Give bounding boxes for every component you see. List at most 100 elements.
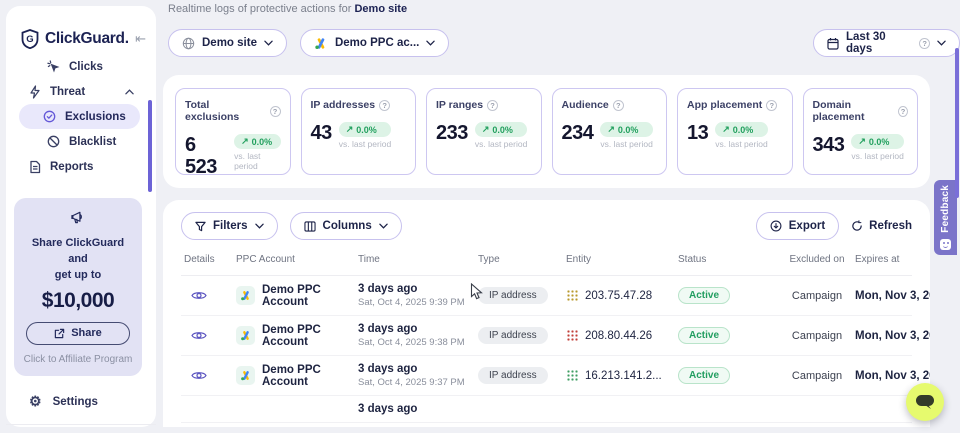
columns-dropdown[interactable]: Columns bbox=[290, 212, 402, 240]
stat-label: Total exclusions bbox=[185, 99, 266, 123]
affiliate-promo-card[interactable]: Share ClickGuard and get up to $10,000 S… bbox=[14, 198, 142, 376]
col-excluded-on[interactable]: Excluded on bbox=[782, 250, 852, 276]
sidebar-item-label: Exclusions bbox=[65, 111, 126, 123]
feedback-label: Feedback bbox=[940, 185, 951, 233]
google-ads-icon bbox=[236, 326, 255, 345]
help-icon[interactable]: ? bbox=[379, 100, 390, 111]
page-scrollbar[interactable] bbox=[955, 48, 959, 198]
lightning-icon bbox=[29, 85, 41, 99]
logo: G ClickGuard. ⇤ bbox=[6, 6, 156, 54]
check-circle-icon bbox=[43, 110, 56, 123]
sidebar-item-clicks[interactable]: Clicks bbox=[6, 54, 156, 79]
col-type[interactable]: Type bbox=[475, 250, 563, 276]
ppc-account-filter-dropdown[interactable]: Demo PPC ac... bbox=[300, 29, 449, 57]
sidebar: G ClickGuard. ⇤ Clicks Threat bbox=[6, 6, 156, 427]
chevron-up-icon bbox=[125, 89, 134, 95]
export-button[interactable]: Export bbox=[756, 212, 839, 240]
stat-label: IP addresses bbox=[311, 99, 376, 111]
refresh-icon bbox=[851, 220, 863, 232]
sidebar-scrollbar[interactable] bbox=[148, 100, 152, 192]
stat-value: 43 bbox=[311, 122, 332, 144]
sidebar-item-settings[interactable]: ⚙ Settings bbox=[6, 389, 156, 415]
scope-filters: Demo site Demo PPC ac... bbox=[168, 29, 449, 57]
stat-note: vs. last period bbox=[339, 139, 391, 149]
ppc-account-name: Demo PPC Account bbox=[262, 284, 352, 308]
table-row-partial[interactable]: 3 days ago bbox=[181, 396, 912, 423]
external-link-icon bbox=[54, 328, 65, 339]
details-eye-icon[interactable] bbox=[191, 330, 230, 341]
stat-domain-placement: Domain placement? 343 ↗0.0% vs. last per… bbox=[803, 88, 919, 175]
help-icon[interactable]: ? bbox=[487, 100, 498, 111]
funnel-icon bbox=[195, 221, 206, 232]
help-icon[interactable]: ? bbox=[270, 106, 281, 117]
excluded-on-value: Campaign bbox=[782, 316, 852, 356]
entity-value: 203.75.47.28 bbox=[585, 290, 652, 302]
sidebar-item-exclusions[interactable]: Exclusions bbox=[19, 104, 140, 129]
stat-ip-addresses: IP addresses? 43 ↗0.0% vs. last period bbox=[301, 88, 417, 175]
col-entity[interactable]: Entity bbox=[563, 250, 675, 276]
trend-up-icon: ↗ bbox=[346, 124, 354, 135]
country-flag-icon bbox=[566, 329, 579, 342]
stat-value: 6 523 bbox=[185, 134, 227, 178]
date-range-dropdown[interactable]: Last 30 days ? bbox=[813, 29, 960, 57]
settings-label: Settings bbox=[53, 396, 98, 408]
delta-badge: ↗0.0% bbox=[475, 122, 527, 137]
ban-icon bbox=[47, 135, 60, 148]
sidebar-item-label: Reports bbox=[50, 161, 93, 173]
filters-dropdown[interactable]: Filters bbox=[181, 212, 278, 240]
chat-bubble-icon bbox=[915, 394, 935, 410]
table-header-row: Details PPC Account Time Type Entity Sta… bbox=[181, 250, 912, 276]
sidebar-item-blacklist[interactable]: Blacklist bbox=[6, 129, 156, 154]
exclusions-table-card: Filters Columns Export bbox=[163, 200, 930, 427]
chevron-down-icon bbox=[264, 40, 273, 46]
sidebar-item-label: Threat bbox=[50, 86, 85, 98]
site-filter-dropdown[interactable]: Demo site bbox=[168, 29, 287, 57]
stat-label: App placement bbox=[687, 99, 762, 111]
stat-label: Audience bbox=[562, 99, 609, 111]
expires-at-value: Mon, Nov 3, 2025 bbox=[852, 356, 912, 396]
col-ppc-account[interactable]: PPC Account bbox=[233, 250, 355, 276]
share-button[interactable]: Share bbox=[26, 322, 130, 345]
sidebar-nav: Clicks Threat Exclusions bbox=[6, 54, 156, 179]
type-badge: IP address bbox=[478, 367, 548, 384]
stat-audience: Audience? 234 ↗0.0% vs. last period bbox=[552, 88, 668, 175]
trend-up-icon: ↗ bbox=[607, 124, 615, 135]
col-status[interactable]: Status bbox=[675, 250, 782, 276]
status-badge: Active bbox=[678, 287, 730, 304]
refresh-button[interactable]: Refresh bbox=[851, 220, 912, 232]
table-toolbar: Filters Columns Export bbox=[163, 200, 930, 250]
smiley-icon bbox=[940, 239, 951, 250]
account-switcher[interactable]: NA gmail.com naatali.ro@gmail.com bbox=[6, 425, 156, 433]
col-details[interactable]: Details bbox=[181, 250, 233, 276]
details-eye-icon[interactable] bbox=[191, 370, 230, 381]
stat-note: vs. last period bbox=[600, 139, 652, 149]
google-ads-icon bbox=[236, 366, 255, 385]
col-time[interactable]: Time bbox=[355, 250, 475, 276]
entity-value: 16.213.141.2... bbox=[585, 370, 662, 382]
table-row[interactable]: Demo PPC Account 3 days ago Sat, Oct 4, … bbox=[181, 316, 912, 356]
help-icon: ? bbox=[919, 38, 930, 49]
col-expires-at[interactable]: Expires at bbox=[852, 250, 912, 276]
ppc-account-name: Demo PPC Account bbox=[262, 364, 352, 388]
table-row[interactable]: Demo PPC Account 3 days ago Sat, Oct 4, … bbox=[181, 356, 912, 396]
trend-up-icon: ↗ bbox=[241, 136, 249, 147]
table-row[interactable]: Demo PPC Account 3 days ago Sat, Oct 4, … bbox=[181, 276, 912, 316]
chat-launcher-button[interactable] bbox=[906, 383, 944, 421]
promo-amount: $10,000 bbox=[22, 289, 134, 313]
help-icon[interactable]: ? bbox=[898, 106, 908, 117]
stat-value: 13 bbox=[687, 122, 708, 144]
details-eye-icon[interactable] bbox=[191, 290, 230, 301]
delta-badge: ↗0.0% bbox=[234, 134, 280, 149]
delta-badge: ↗0.0% bbox=[715, 122, 767, 137]
sidebar-collapse-icon[interactable]: ⇤ bbox=[135, 31, 146, 47]
stat-ip-ranges: IP ranges? 233 ↗0.0% vs. last period bbox=[426, 88, 542, 175]
stat-note: vs. last period bbox=[475, 139, 527, 149]
sidebar-item-threat[interactable]: Threat bbox=[6, 79, 156, 104]
help-icon[interactable]: ? bbox=[613, 100, 624, 111]
sidebar-item-reports[interactable]: Reports bbox=[6, 154, 156, 179]
help-icon[interactable]: ? bbox=[766, 100, 777, 111]
chevron-down-icon bbox=[426, 40, 435, 46]
feedback-tab[interactable]: Feedback bbox=[934, 180, 957, 255]
chevron-down-icon bbox=[937, 40, 946, 46]
stat-app-placement: App placement? 13 ↗0.0% vs. last period bbox=[677, 88, 793, 175]
